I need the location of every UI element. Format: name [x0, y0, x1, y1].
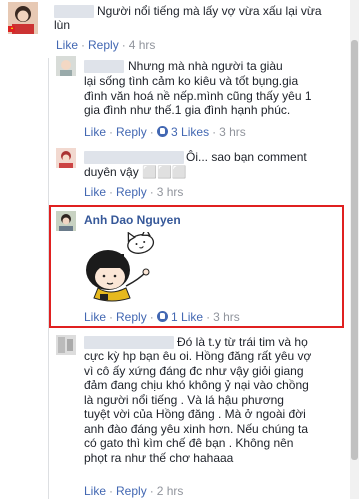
comment-text: Nhưng mà nhà người ta giàu — [128, 59, 283, 73]
author-name[interactable] — [54, 5, 94, 18]
timestamp[interactable]: 4 hrs — [129, 38, 156, 52]
reply-link[interactable]: Reply — [116, 310, 147, 324]
scrollbar-thumb[interactable] — [351, 40, 358, 460]
timestamp[interactable]: 2 hrs — [157, 484, 184, 498]
like-link[interactable]: Like — [56, 38, 78, 52]
comment-actions: Like · Reply · 3 Likes · 3 hrs — [84, 125, 246, 139]
sticker-girl-cat — [80, 226, 160, 304]
like-link[interactable]: Like — [84, 310, 106, 324]
comment-text-cont: cực kỳ hp bạn êu oi. Hồng đăng rất yêu v… — [84, 349, 312, 465]
comment-text: Ôi... sao bạn comment — [186, 150, 307, 164]
comment-text: Người nổi tiếng mà lấy vợ vừa xấu lại vừ… — [97, 4, 322, 18]
avatar[interactable] — [56, 148, 76, 168]
timestamp[interactable]: 3 hrs — [213, 310, 240, 324]
comment-text-cont: lại sống tình cảm ko kiêu và tốt bụng.gi… — [84, 74, 312, 117]
comment-actions: Like · Reply · 3 hrs — [84, 185, 184, 199]
comment-actions: Like · Reply · 4 hrs — [56, 38, 156, 52]
like-link[interactable]: Like — [84, 484, 106, 498]
comment-actions: Like · Reply · 2 hrs — [84, 484, 184, 498]
like-icon — [156, 126, 168, 137]
reply-link[interactable]: Reply — [116, 125, 147, 139]
avatar[interactable] — [8, 2, 38, 34]
comment-actions: Like · Reply · 1 Like · 3 hrs — [84, 310, 240, 324]
timestamp[interactable]: 3 hrs — [157, 185, 184, 199]
avatar[interactable] — [56, 211, 76, 231]
reply-link[interactable]: Reply — [116, 185, 147, 199]
author-name[interactable] — [84, 336, 174, 349]
reply-link[interactable]: Reply — [88, 38, 119, 52]
like-link[interactable]: Like — [84, 185, 106, 199]
avatar[interactable] — [56, 335, 76, 355]
author-name[interactable] — [84, 60, 124, 73]
author-name[interactable]: Anh Dao Nguyen — [84, 213, 181, 227]
like-icon — [156, 311, 168, 322]
like-link[interactable]: Like — [84, 125, 106, 139]
author-name[interactable] — [84, 151, 184, 164]
like-count[interactable]: 3 Likes — [171, 125, 209, 139]
reply-link[interactable]: Reply — [116, 484, 147, 498]
comment-text-cont: lùn — [54, 18, 71, 32]
like-count[interactable]: 1 Like — [171, 310, 203, 324]
avatar[interactable] — [56, 56, 76, 76]
timestamp[interactable]: 3 hrs — [219, 125, 246, 139]
comment-text-cont: duyên vậy ⬜⬜⬜ — [84, 165, 187, 179]
comment-text: Đó là t.y từ trái tim và họ — [177, 335, 308, 349]
